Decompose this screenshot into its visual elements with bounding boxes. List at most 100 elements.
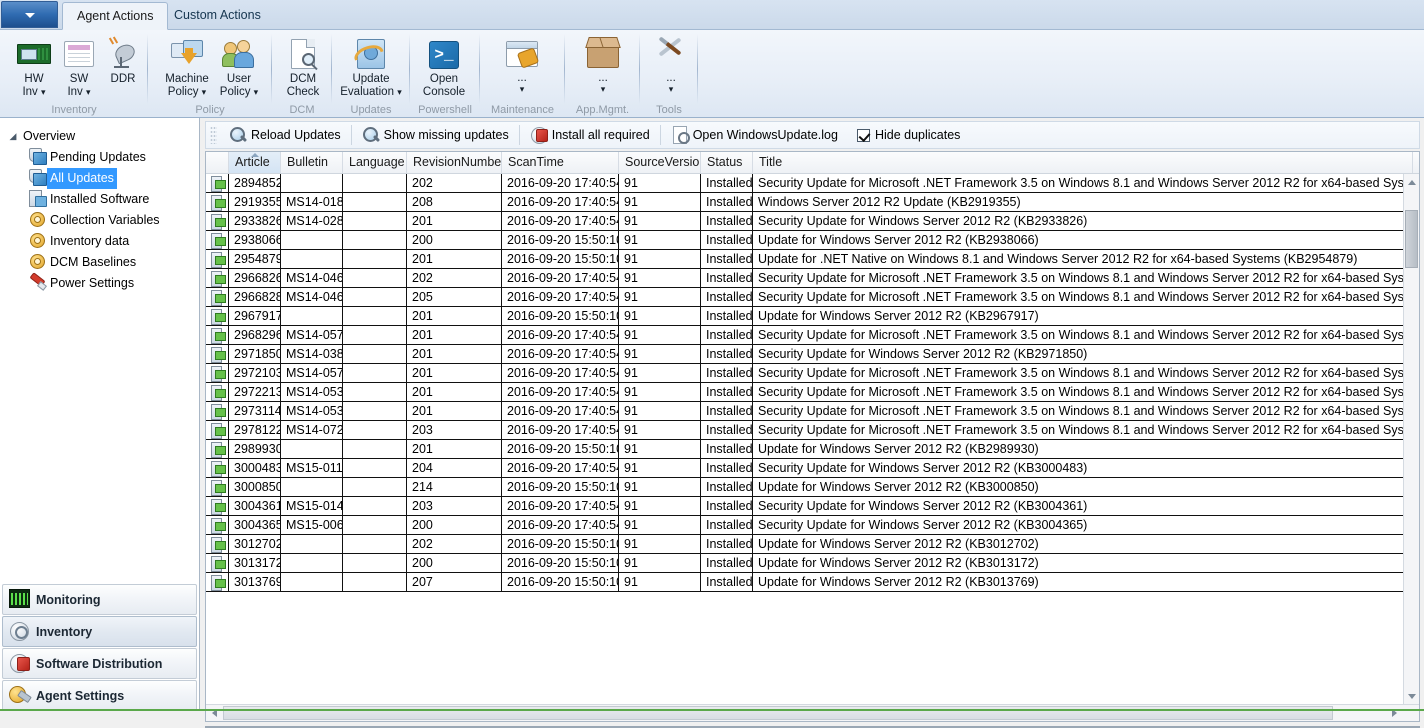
tree-node-overview[interactable]: ◢ Overview: [6, 126, 199, 147]
ribbon-button-update-evaluation[interactable]: Update Evaluation ▾: [334, 33, 408, 101]
table-row[interactable]: 2966826 MS14-046 202 2016-09-20 17:40:54 91 I…: [206, 269, 1403, 288]
table-cell-revision: 208: [407, 193, 502, 211]
tree-node-inventory-data[interactable]: Inventory data: [6, 231, 199, 252]
table-row[interactable]: 2919355 MS14-018 208 2016-09-20 17:40:54 91 I…: [206, 193, 1403, 212]
grid-column-header-bulletin[interactable]: Bulletin: [281, 152, 343, 173]
grid-column-header-status[interactable]: Status: [701, 152, 753, 173]
dropdown-caret-icon[interactable]: ▾: [254, 87, 259, 97]
reload-updates-button[interactable]: Reload Updates: [221, 123, 349, 147]
table-cell-revision: 201: [407, 212, 502, 230]
vertical-scrollbar-thumb[interactable]: [1405, 210, 1418, 268]
tab-custom-actions[interactable]: Custom Actions: [160, 2, 275, 30]
scroll-down-button[interactable]: [1404, 688, 1419, 704]
table-row[interactable]: 2972103 MS14-057 201 2016-09-20 17:40:54 91 I…: [206, 364, 1403, 383]
dropdown-caret-icon[interactable]: ▾: [520, 84, 525, 94]
nav-button-software-distribution[interactable]: Software Distribution: [2, 648, 197, 679]
table-cell-article: 3004361: [229, 497, 281, 515]
scroll-left-button[interactable]: [206, 705, 222, 721]
table-row[interactable]: 3012702 202 2016-09-20 15:50:10 91 Installed…: [206, 535, 1403, 554]
scroll-up-button[interactable]: [1404, 174, 1419, 190]
grid-column-header-revision[interactable]: RevisionNumber: [407, 152, 502, 173]
hide-duplicates-checkbox[interactable]: Hide duplicates: [846, 123, 968, 147]
grid-column-header-title[interactable]: Title: [753, 152, 1413, 173]
grid-vertical-scrollbar[interactable]: [1403, 174, 1419, 704]
table-row[interactable]: 2933826 MS14-028 201 2016-09-20 17:40:54 91 I…: [206, 212, 1403, 231]
table-row[interactable]: 2973114 MS14-053 201 2016-09-20 17:40:54 91 I…: [206, 402, 1403, 421]
table-cell-article: 2966826: [229, 269, 281, 287]
dropdown-caret-icon[interactable]: ▾: [669, 84, 674, 94]
expanded-triangle-icon[interactable]: ◢: [6, 126, 20, 147]
ribbon-button-dcm-check[interactable]: DCM Check: [272, 33, 334, 101]
table-row[interactable]: 3013769 207 2016-09-20 15:50:10 91 Installed…: [206, 573, 1403, 592]
open-windowsupdate-log-button[interactable]: Open WindowsUpdate.log: [663, 123, 846, 147]
table-row[interactable]: 2989930 201 2016-09-20 15:50:10 91 Installed…: [206, 440, 1403, 459]
table-cell-icon: [206, 421, 229, 439]
table-cell-title: Windows Server 2012 R2 Update (KB2919355…: [753, 193, 1403, 211]
show-missing-updates-button[interactable]: Show missing updates: [354, 123, 517, 147]
open-windowsupdate-log-label: Open WindowsUpdate.log: [692, 128, 838, 142]
table-cell-article: 3013769: [229, 573, 281, 591]
ribbon-button-tools[interactable]: ... ▾: [640, 33, 702, 101]
table-cell-scantime: 2016-09-20 17:40:54: [502, 288, 619, 306]
table-row[interactable]: 2968296 MS14-057 201 2016-09-20 17:40:54 91 I…: [206, 326, 1403, 345]
tree-node-all-updates[interactable]: All Updates: [6, 168, 199, 189]
table-row[interactable]: 3013172 200 2016-09-20 15:50:10 91 Installed…: [206, 554, 1403, 573]
table-row[interactable]: 2971850 MS14-038 201 2016-09-20 17:40:54 91 I…: [206, 345, 1403, 364]
tree-node-dcm-baselines[interactable]: DCM Baselines: [6, 252, 199, 273]
table-cell-revision: 202: [407, 535, 502, 553]
table-row[interactable]: 2966828 MS14-046 205 2016-09-20 17:40:54 91 I…: [206, 288, 1403, 307]
tab-agent-actions[interactable]: Agent Actions: [62, 2, 169, 30]
grid-column-header-article[interactable]: Article: [229, 152, 281, 173]
dropdown-caret-icon[interactable]: ▾: [86, 87, 91, 97]
tree-node-collection-variables[interactable]: Collection Variables: [6, 210, 199, 231]
nav-button-inventory[interactable]: Inventory: [2, 616, 197, 647]
tree-node-installed-software[interactable]: Installed Software: [6, 189, 199, 210]
table-cell-title: Update for Windows Server 2012 R2 (KB300…: [753, 478, 1403, 496]
ribbon-button-open-console[interactable]: >_ Open Console: [413, 33, 475, 101]
nav-button-agent-settings[interactable]: Agent Settings: [2, 680, 197, 711]
satellite-dish-icon: [93, 36, 153, 71]
update-item-icon: [211, 252, 226, 268]
console-scroll-down-button[interactable]: [1404, 726, 1419, 727]
scroll-right-button[interactable]: [1387, 705, 1403, 721]
tree-node-power-settings[interactable]: Power Settings: [6, 273, 199, 294]
ribbon-button-maintenance[interactable]: ... ▾: [491, 33, 553, 101]
ribbon-button-app-mgmt[interactable]: ... ▾: [572, 33, 634, 101]
ribbon-button-machine-policy-line2: Policy: [167, 86, 199, 98]
dropdown-caret-icon[interactable]: ▾: [397, 87, 402, 97]
table-row[interactable]: 3004361 MS15-014 203 2016-09-20 17:40:54 91 I…: [206, 497, 1403, 516]
table-row[interactable]: 2894852 202 2016-09-20 17:40:54 91 Installed…: [206, 174, 1403, 193]
table-row[interactable]: 2938066 200 2016-09-20 15:50:10 91 Installed…: [206, 231, 1403, 250]
table-row[interactable]: 2978122 MS14-072 203 2016-09-20 17:40:54 91 I…: [206, 421, 1403, 440]
table-row[interactable]: 3000483 MS15-011 204 2016-09-20 17:40:54 91 I…: [206, 459, 1403, 478]
grid-column-header-language[interactable]: Language: [343, 152, 407, 173]
table-row[interactable]: 3000850 214 2016-09-20 15:50:10 91 Installed…: [206, 478, 1403, 497]
ribbon-group-policy: Machine Policy ▾ User Policy ▾ Policy: [148, 30, 272, 117]
table-row[interactable]: 3004365 MS15-006 200 2016-09-20 17:40:54 91 I…: [206, 516, 1403, 535]
application-menu-button[interactable]: [1, 1, 58, 28]
grid-column-header-scantime[interactable]: ScanTime: [502, 152, 619, 173]
table-cell-scantime: 2016-09-20 17:40:54: [502, 326, 619, 344]
ribbon-button-user-policy[interactable]: User Policy ▾: [202, 33, 276, 101]
table-row[interactable]: 2972213 MS14-053 201 2016-09-20 17:40:54 91 I…: [206, 383, 1403, 402]
ribbon-button-ddr[interactable]: DDR: [92, 33, 154, 101]
nav-button-monitoring[interactable]: Monitoring: [2, 584, 197, 615]
grid-horizontal-scrollbar[interactable]: [206, 704, 1419, 721]
table-cell-status: Installed: [701, 440, 753, 458]
tree-node-pending-updates[interactable]: Pending Updates: [6, 147, 199, 168]
table-row[interactable]: 2967917 201 2016-09-20 15:50:10 91 Installed…: [206, 307, 1403, 326]
table-cell-status: Installed: [701, 421, 753, 439]
table-cell-language: [343, 573, 407, 591]
dropdown-caret-icon[interactable]: ▾: [601, 84, 606, 94]
table-cell-icon: [206, 478, 229, 496]
table-row[interactable]: 2954879 201 2016-09-20 15:50:10 91 Installed…: [206, 250, 1403, 269]
table-cell-source: 91: [619, 573, 701, 591]
grid-column-header-source[interactable]: SourceVersion: [619, 152, 701, 173]
grid-column-header-icon[interactable]: [206, 152, 229, 173]
install-all-required-button[interactable]: Install all required: [522, 123, 658, 147]
chevron-up-icon: [1408, 180, 1416, 185]
toolbar-grip-handle[interactable]: [210, 126, 217, 144]
update-item-icon: [211, 195, 226, 211]
checkbox-checked-icon[interactable]: [856, 128, 870, 142]
dropdown-caret-icon[interactable]: ▾: [41, 87, 46, 97]
